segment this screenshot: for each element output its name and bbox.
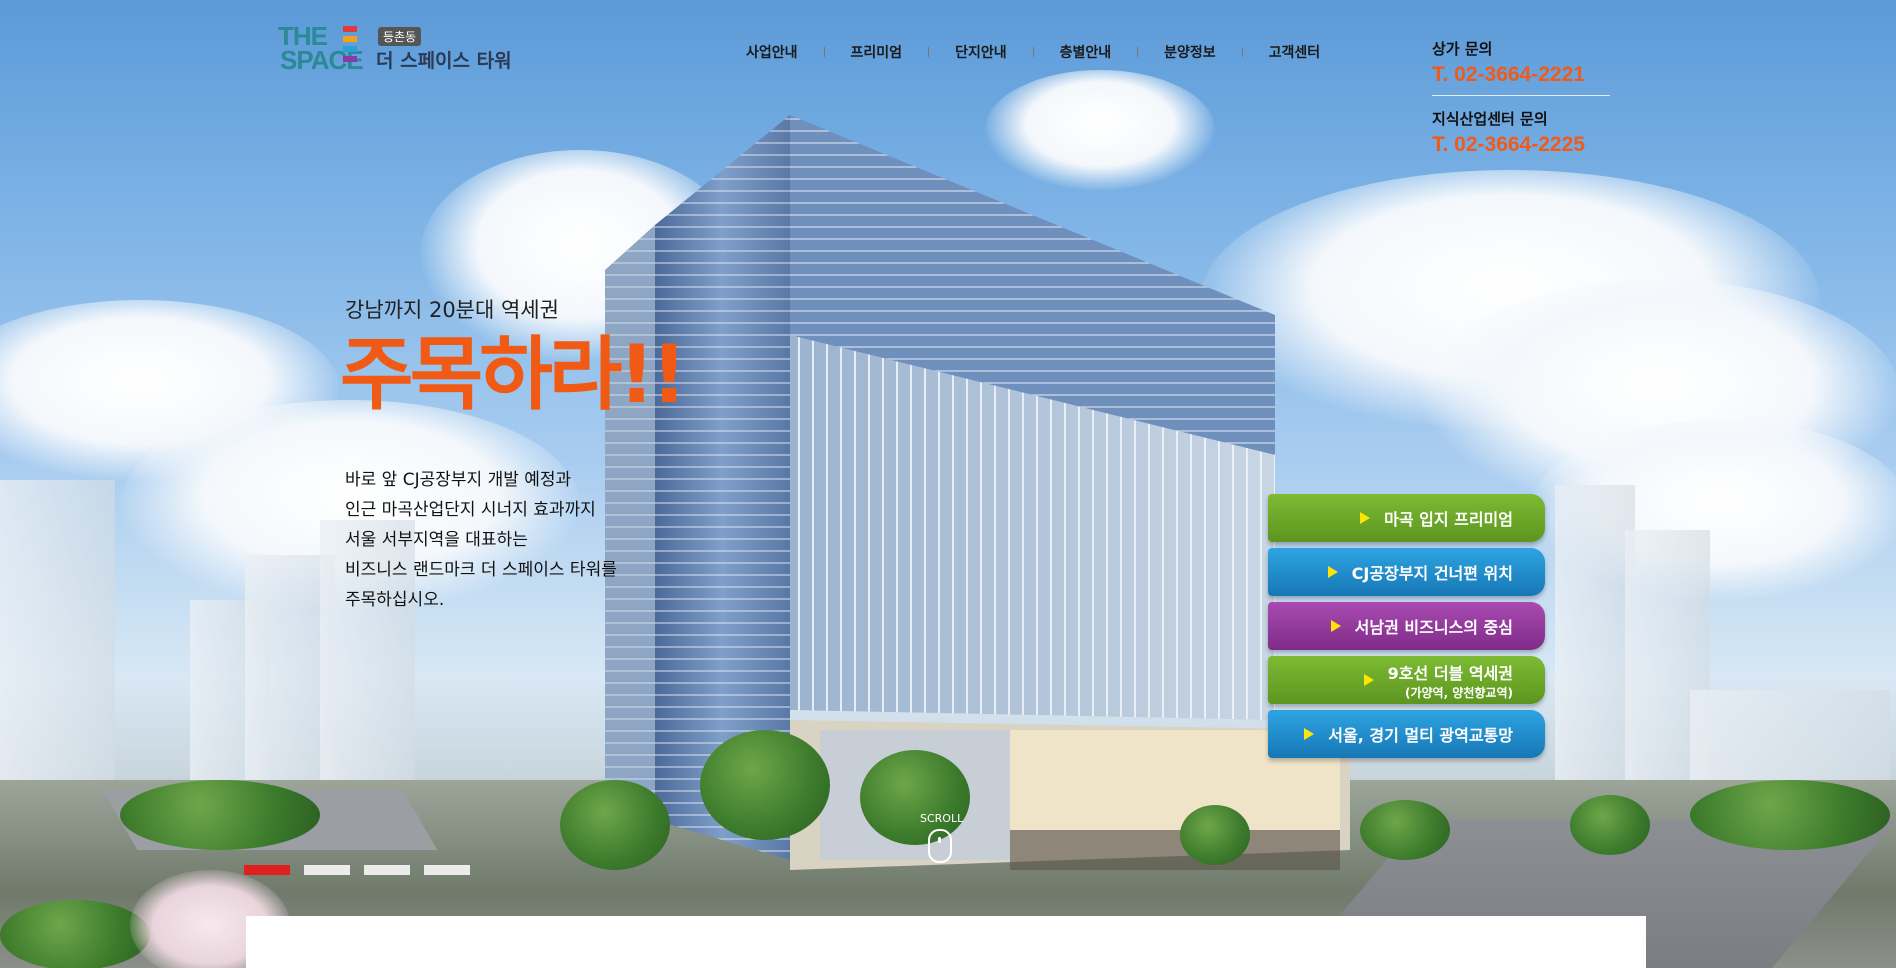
nav-item-premium[interactable]: 프리미엄	[825, 42, 929, 62]
slide-indicator-4[interactable]	[424, 865, 470, 875]
slide-indicator-1[interactable]	[244, 865, 290, 875]
contact-divider	[1432, 95, 1610, 96]
nav-item-business[interactable]: 사업안내	[720, 42, 824, 62]
feature-label: 마곡 입지 프리미엄	[1384, 510, 1513, 529]
logo-name: 더 스페이스 타워	[376, 50, 512, 72]
play-arrow-icon	[1327, 566, 1338, 578]
tree	[1570, 795, 1650, 855]
tree	[1360, 800, 1450, 860]
feature-label: 9호선 더블 역세권	[1387, 663, 1513, 683]
contact-phone-office[interactable]: T. 02-3664-2225	[1432, 133, 1612, 157]
mouse-icon	[928, 829, 952, 863]
slide-indicator-2[interactable]	[304, 865, 350, 875]
main-nav: 사업안내 프리미엄 단지안내 층별안내 분양정보 고객센터	[720, 42, 1346, 62]
feature-label: 서남권 비즈니스의 중심	[1354, 618, 1513, 637]
feature-list: 마곡 입지 프리미엄 CJ공장부지 건너편 위치 서남권 비즈니스의 중심 9호…	[1268, 494, 1545, 764]
hero-body-line: 주목하십시오.	[345, 590, 445, 610]
nav-item-complex[interactable]: 단지안내	[929, 42, 1033, 62]
feature-button-line9[interactable]: 9호선 더블 역세권 (가양역, 양천향교역)	[1268, 656, 1545, 704]
contact-phone-retail[interactable]: T. 02-3664-2221	[1432, 63, 1612, 87]
tree	[1690, 780, 1890, 850]
feature-button-business-center[interactable]: 서남권 비즈니스의 중심	[1268, 602, 1545, 650]
feature-label: 서울, 경기 멀티 광역교통망	[1328, 726, 1513, 745]
scroll-label: SCROLL	[920, 812, 964, 825]
contact-label-retail: 상가 문의	[1432, 40, 1493, 58]
feature-button-transport[interactable]: 서울, 경기 멀티 광역교통망	[1268, 710, 1545, 758]
tree	[0, 900, 150, 968]
hero-body-line: 바로 앞 CJ공장부지 개발 예정과	[345, 470, 572, 490]
content-panel	[246, 916, 1646, 968]
hero-subtitle: 강남까지 20분대 역세권	[345, 298, 559, 322]
play-arrow-icon	[1360, 512, 1371, 524]
play-arrow-icon	[1363, 674, 1374, 686]
slide-indicator-3[interactable]	[364, 865, 410, 875]
feature-label: CJ공장부지 건너편 위치	[1351, 564, 1513, 583]
feature-button-magok[interactable]: 마곡 입지 프리미엄	[1268, 494, 1545, 542]
hero-body: 바로 앞 CJ공장부지 개발 예정과 인근 마곡산업단지 시너지 효과까지 서울…	[345, 465, 617, 615]
nav-item-floors[interactable]: 층별안내	[1034, 42, 1138, 62]
hero-title: 주목하라!!	[340, 328, 687, 421]
tree	[1180, 805, 1250, 865]
contact-info: 상가 문의 T. 02-3664-2221 지식산업센터 문의 T. 02-36…	[1432, 38, 1612, 157]
play-arrow-icon	[1304, 728, 1315, 740]
scroll-hint[interactable]: SCROLL	[920, 812, 964, 863]
hero-body-line: 비즈니스 랜드마크 더 스페이스 타워를	[345, 560, 617, 580]
contact-label-office: 지식산업센터 문의	[1432, 110, 1548, 128]
hero-body-line: 서울 서부지역을 대표하는	[345, 530, 528, 550]
slide-indicators	[244, 865, 484, 875]
nav-item-support[interactable]: 고객센터	[1243, 42, 1347, 62]
logo-color-bars	[343, 26, 357, 70]
feature-button-cj-site[interactable]: CJ공장부지 건너편 위치	[1268, 548, 1545, 596]
tree	[120, 780, 320, 850]
hero-body-line: 인근 마곡산업단지 시너지 효과까지	[345, 500, 596, 520]
logo-location-badge: 등촌동	[378, 27, 422, 46]
tree	[700, 730, 830, 840]
play-arrow-icon	[1330, 620, 1341, 632]
tree	[560, 780, 670, 870]
feature-sublabel: (가양역, 양천향교역)	[1404, 685, 1513, 700]
nav-item-sales[interactable]: 분양정보	[1138, 42, 1242, 62]
